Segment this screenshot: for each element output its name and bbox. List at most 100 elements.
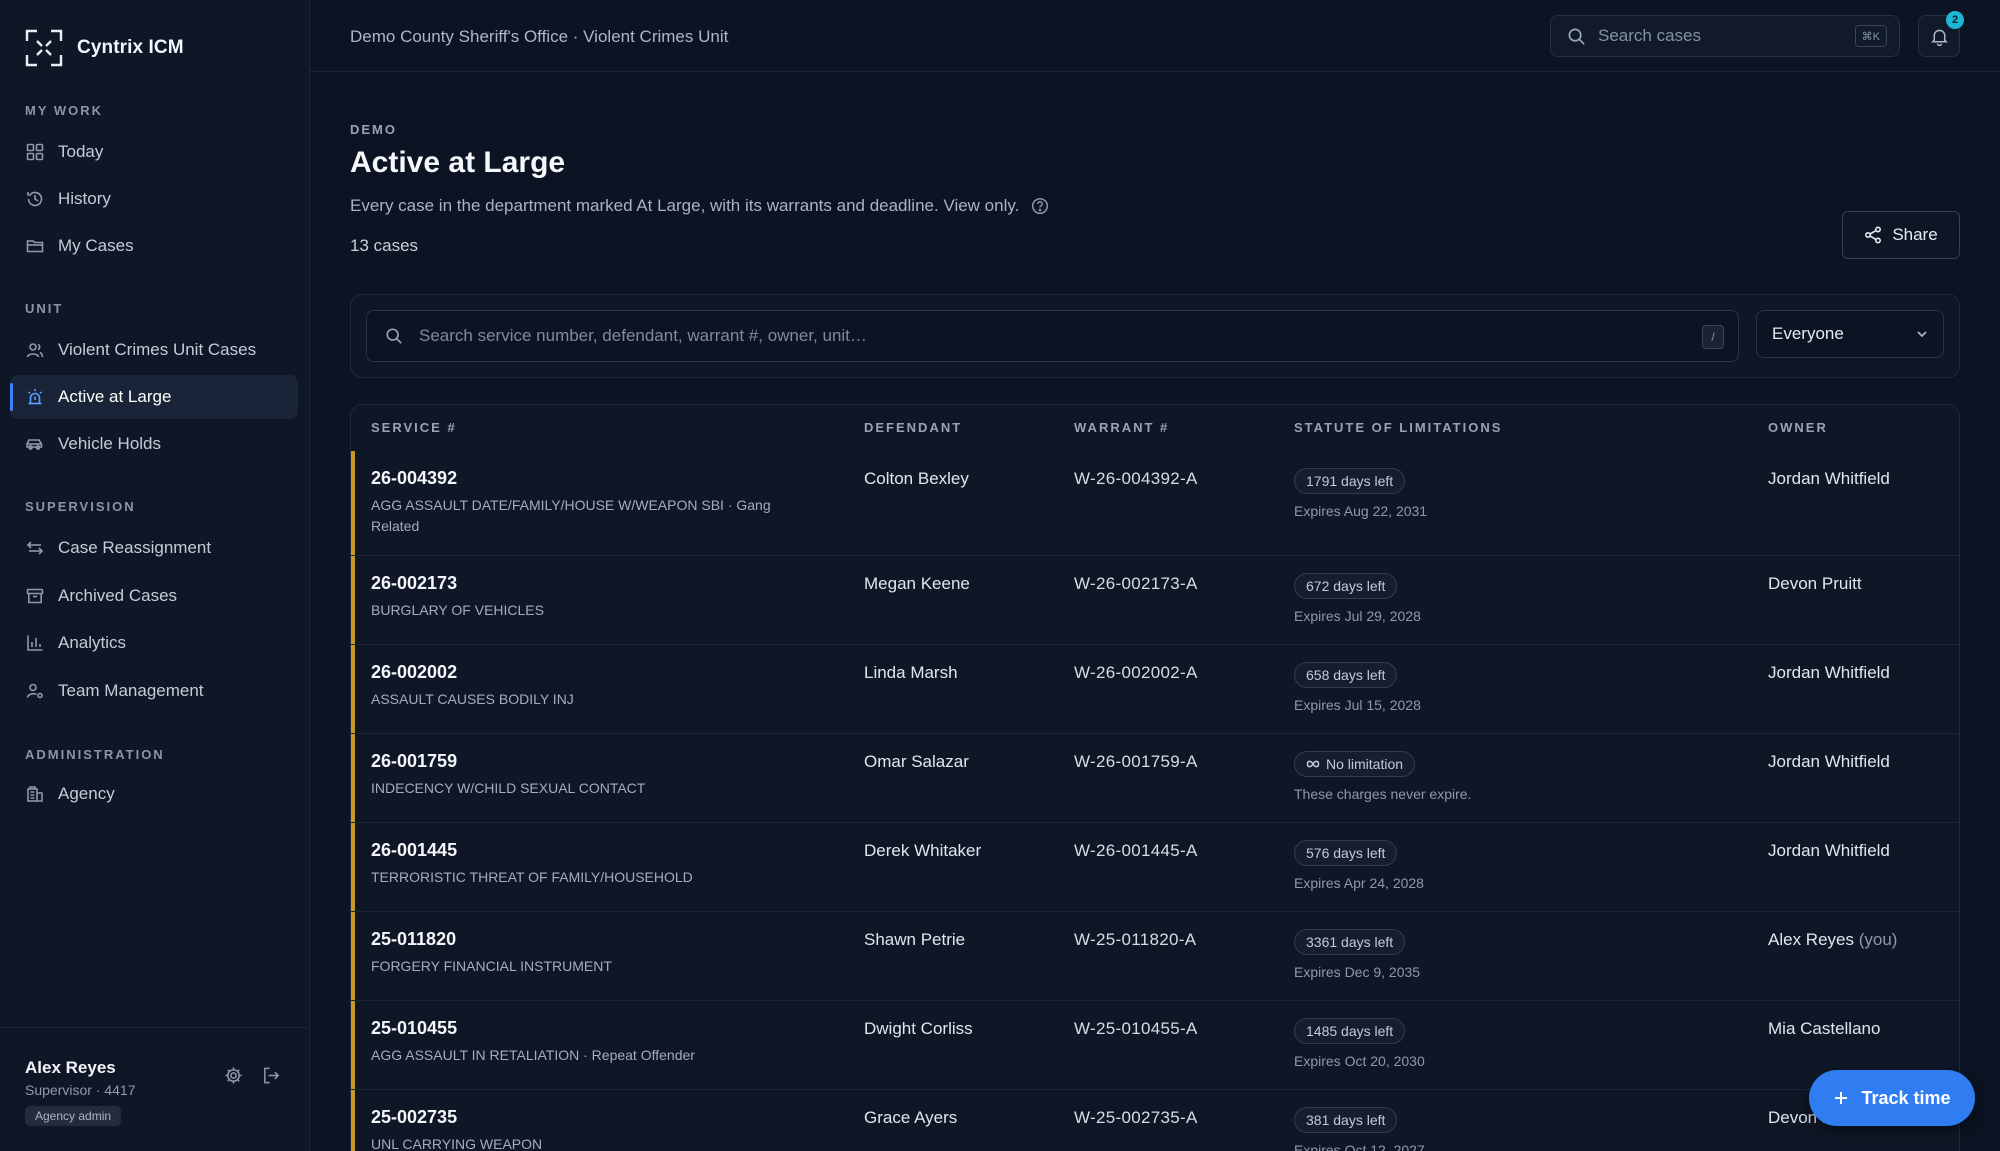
sidebar-item-label: Analytics bbox=[58, 633, 127, 652]
charge-description: ASSAULT CAUSES BODILY INJ bbox=[371, 691, 574, 707]
settings-button[interactable] bbox=[222, 1064, 244, 1086]
filter-bar: Search service number, defendant, warran… bbox=[350, 294, 1960, 378]
sol-badge-text: 672 days left bbox=[1306, 578, 1386, 594]
owner-name-text: Devon Pruitt bbox=[1768, 574, 1862, 593]
help-icon[interactable] bbox=[1031, 197, 1049, 215]
service-number[interactable]: 26-001445 bbox=[371, 840, 457, 861]
charge-description: TERRORISTIC THREAT OF FAMILY/HOUSEHOLD bbox=[371, 869, 693, 885]
sidebar-item-agency[interactable]: Agency bbox=[10, 772, 298, 816]
infinity-icon bbox=[1306, 759, 1320, 769]
owner-filter-select[interactable]: Everyone bbox=[1756, 310, 1944, 358]
share-icon bbox=[1864, 226, 1882, 244]
table-body: 26-004392 AGG ASSAULT DATE/FAMILY/HOUSE … bbox=[351, 451, 1959, 1151]
sidebar-item-analytics[interactable]: Analytics bbox=[10, 621, 298, 665]
brand[interactable]: Cyntrix ICM bbox=[25, 29, 184, 67]
warrant-number: W-26-001759-A bbox=[1074, 752, 1198, 771]
brand-name: Cyntrix ICM bbox=[77, 37, 184, 58]
service-number[interactable]: 26-002002 bbox=[371, 662, 457, 683]
sol-badge: 576 days left bbox=[1294, 840, 1398, 866]
charge-description: AGG ASSAULT DATE/FAMILY/HOUSE W/WEAPON S… bbox=[371, 497, 771, 534]
charge-description: FORGERY FINANCIAL INSTRUMENT bbox=[371, 958, 612, 974]
charge-description: BURGLARY OF VEHICLES bbox=[371, 602, 544, 618]
table-row[interactable]: 25-002735 UNL CARRYING WEAPON Grace Ayer… bbox=[351, 1090, 1959, 1151]
table-row[interactable]: 26-001759 INDECENCY W/CHILD SEXUAL CONTA… bbox=[351, 734, 1959, 823]
service-number[interactable]: 26-001759 bbox=[371, 751, 457, 772]
table-row[interactable]: 26-004392 AGG ASSAULT DATE/FAMILY/HOUSE … bbox=[351, 451, 1959, 556]
service-number[interactable]: 25-010455 bbox=[371, 1018, 457, 1039]
sol-badge-text: No limitation bbox=[1326, 756, 1404, 772]
search-icon bbox=[385, 327, 403, 345]
sidebar-item-team-management[interactable]: Team Management bbox=[10, 669, 298, 713]
sidebar-item-label: Case Reassignment bbox=[58, 538, 212, 557]
owner-name: Jordan Whitfield bbox=[1768, 841, 1890, 861]
logout-button[interactable] bbox=[260, 1064, 282, 1086]
sol-badge: No limitation bbox=[1294, 751, 1416, 777]
notifications-button[interactable]: 2 bbox=[1918, 11, 1964, 57]
service-number[interactable]: 25-002735 bbox=[371, 1107, 457, 1128]
sidebar-item-case-reassignment[interactable]: Case Reassignment bbox=[10, 526, 298, 570]
sidebar-item-my-cases[interactable]: My Cases bbox=[10, 224, 298, 268]
global-search-input[interactable]: Search cases ⌘K bbox=[1550, 15, 1900, 57]
owner-name: Jordan Whitfield bbox=[1768, 752, 1890, 772]
share-button[interactable]: Share bbox=[1842, 211, 1960, 259]
plus-icon bbox=[1833, 1090, 1849, 1106]
arrows-icon bbox=[25, 539, 44, 558]
table-row[interactable]: 25-011820 FORGERY FINANCIAL INSTRUMENT S… bbox=[351, 912, 1959, 1001]
defendant-name: Grace Ayers bbox=[864, 1108, 958, 1127]
sidebar-item-active-at-large[interactable]: Active at Large bbox=[10, 375, 298, 419]
service-number[interactable]: 25-011820 bbox=[371, 929, 456, 950]
sidebar-item-label: Violent Crimes Unit Cases bbox=[58, 340, 257, 359]
sol-badge-text: 381 days left bbox=[1306, 1112, 1386, 1128]
sol-badge: 3361 days left bbox=[1294, 929, 1406, 955]
owner-name-text: Alex Reyes bbox=[1768, 930, 1854, 949]
table-row[interactable]: 26-001445 TERRORISTIC THREAT OF FAMILY/H… bbox=[351, 823, 1959, 912]
table-row[interactable]: 25-010455 AGG ASSAULT IN RETALIATION · R… bbox=[351, 1001, 1959, 1090]
archive-icon bbox=[25, 587, 44, 606]
logout-icon bbox=[262, 1066, 281, 1085]
sidebar-item-history[interactable]: History bbox=[10, 177, 298, 221]
defendant-name: Colton Bexley bbox=[864, 469, 969, 488]
column-header-warrant[interactable]: WARRANT # bbox=[1074, 420, 1169, 435]
sol-badge-text: 576 days left bbox=[1306, 845, 1386, 861]
defendant-name: Derek Whitaker bbox=[864, 841, 982, 860]
case-filter-input[interactable]: Search service number, defendant, warran… bbox=[366, 310, 1739, 362]
sidebar-item-today[interactable]: Today bbox=[10, 130, 298, 174]
warrant-number: W-26-002173-A bbox=[1074, 574, 1198, 593]
column-header-statute[interactable]: STATUTE OF LIMITATIONS bbox=[1294, 420, 1502, 435]
sidebar-item-label: Team Management bbox=[58, 681, 204, 700]
defendant-name: Dwight Corliss bbox=[864, 1019, 973, 1038]
sidebar-item-label: Vehicle Holds bbox=[58, 434, 162, 453]
sol-detail: Expires Apr 24, 2028 bbox=[1294, 875, 1424, 891]
charge-description: AGG ASSAULT IN RETALIATION · Repeat Offe… bbox=[371, 1047, 695, 1063]
car-icon bbox=[25, 435, 44, 454]
charge-description: UNL CARRYING WEAPON bbox=[371, 1136, 543, 1151]
table-row[interactable]: 26-002002 ASSAULT CAUSES BODILY INJ Lind… bbox=[351, 645, 1959, 734]
track-time-button[interactable]: Track time bbox=[1809, 1070, 1975, 1126]
user-role: Supervisor · 4417 bbox=[25, 1082, 136, 1098]
search-shortcut-hint: ⌘K bbox=[1854, 25, 1887, 47]
sidebar-item-violent-crimes-unit-cases[interactable]: Violent Crimes Unit Cases bbox=[10, 328, 298, 372]
bell-icon bbox=[1930, 27, 1949, 46]
sol-detail: Expires Jul 29, 2028 bbox=[1294, 608, 1421, 624]
warrant-number: W-25-010455-A bbox=[1074, 1019, 1198, 1038]
column-header-service[interactable]: SERVICE # bbox=[371, 420, 457, 435]
column-header-owner[interactable]: OWNER bbox=[1768, 420, 1828, 435]
sidebar-item-vehicle-holds[interactable]: Vehicle Holds bbox=[10, 422, 298, 466]
gear-icon bbox=[224, 1066, 243, 1085]
service-number[interactable]: 26-002173 bbox=[371, 573, 457, 594]
warrant-number: W-25-011820-A bbox=[1074, 930, 1197, 949]
grid-icon bbox=[25, 143, 44, 162]
sol-badge-text: 3361 days left bbox=[1306, 934, 1394, 950]
sidebar-item-archived-cases[interactable]: Archived Cases bbox=[10, 574, 298, 618]
sidebar: Cyntrix ICM MY WORK Today History My Cas… bbox=[0, 0, 310, 1151]
sol-badge: 658 days left bbox=[1294, 662, 1398, 688]
sidebar-item-label: Agency bbox=[58, 784, 115, 803]
main-content: DEMO Active at Large Every case in the d… bbox=[310, 72, 2000, 1151]
chevron-down-icon bbox=[1915, 327, 1929, 341]
service-number[interactable]: 26-004392 bbox=[371, 468, 457, 489]
table-row[interactable]: 26-002173 BURGLARY OF VEHICLES Megan Kee… bbox=[351, 556, 1959, 645]
page-eyebrow: DEMO bbox=[350, 122, 397, 137]
column-header-defendant[interactable]: DEFENDANT bbox=[864, 420, 962, 435]
track-time-label: Track time bbox=[1861, 1087, 1951, 1108]
filter-shortcut-hint: / bbox=[1702, 325, 1724, 349]
